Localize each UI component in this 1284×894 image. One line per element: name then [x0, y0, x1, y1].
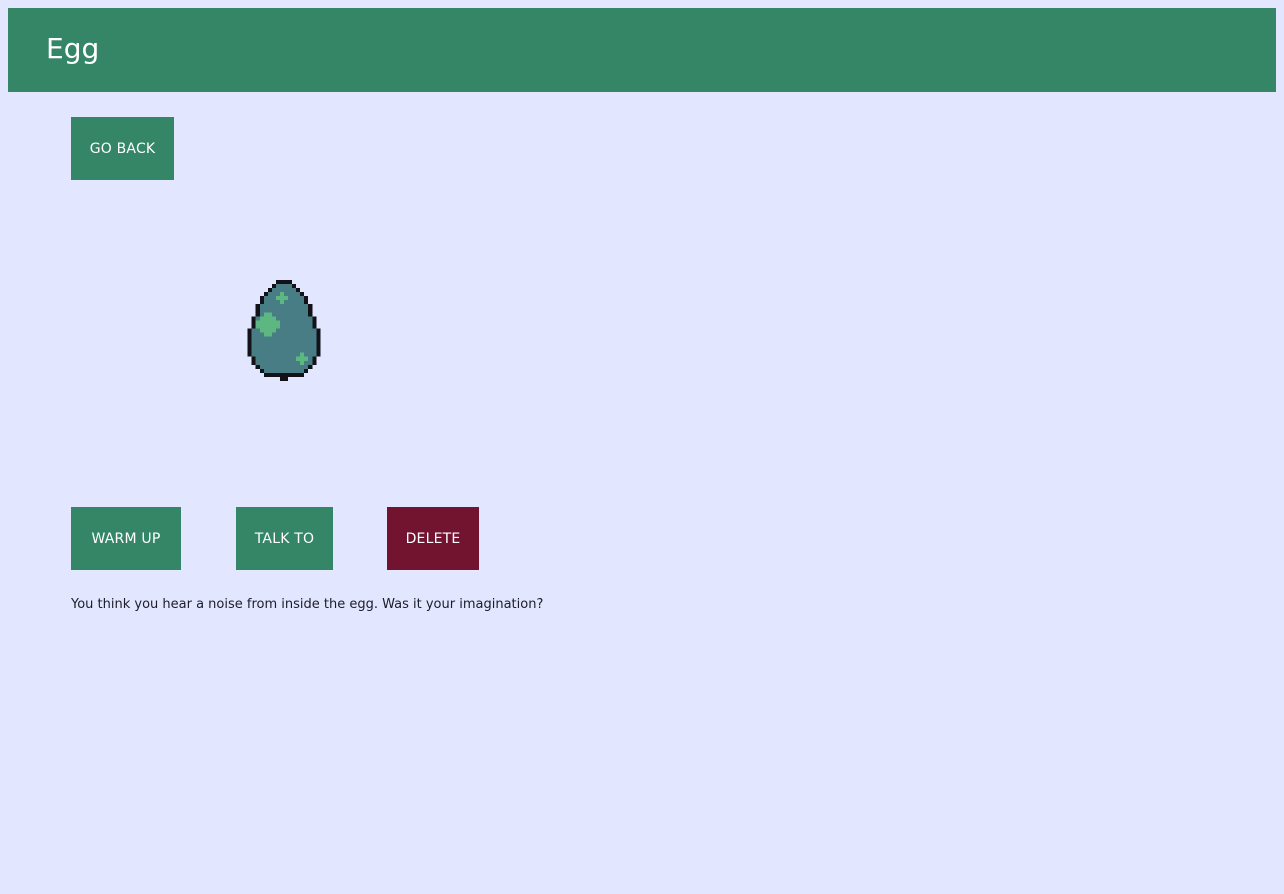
talk-to-button[interactable]: TALK TO — [236, 507, 333, 570]
egg-image — [243, 280, 325, 385]
app-header: Egg — [8, 8, 1276, 92]
page-title: Egg — [46, 32, 100, 65]
status-message: You think you hear a noise from inside t… — [71, 597, 544, 612]
warm-up-button[interactable]: WARM UP — [71, 507, 181, 570]
delete-button[interactable]: DELETE — [387, 507, 479, 570]
pixel-egg-icon — [247, 280, 321, 381]
go-back-button[interactable]: GO BACK — [71, 117, 174, 180]
